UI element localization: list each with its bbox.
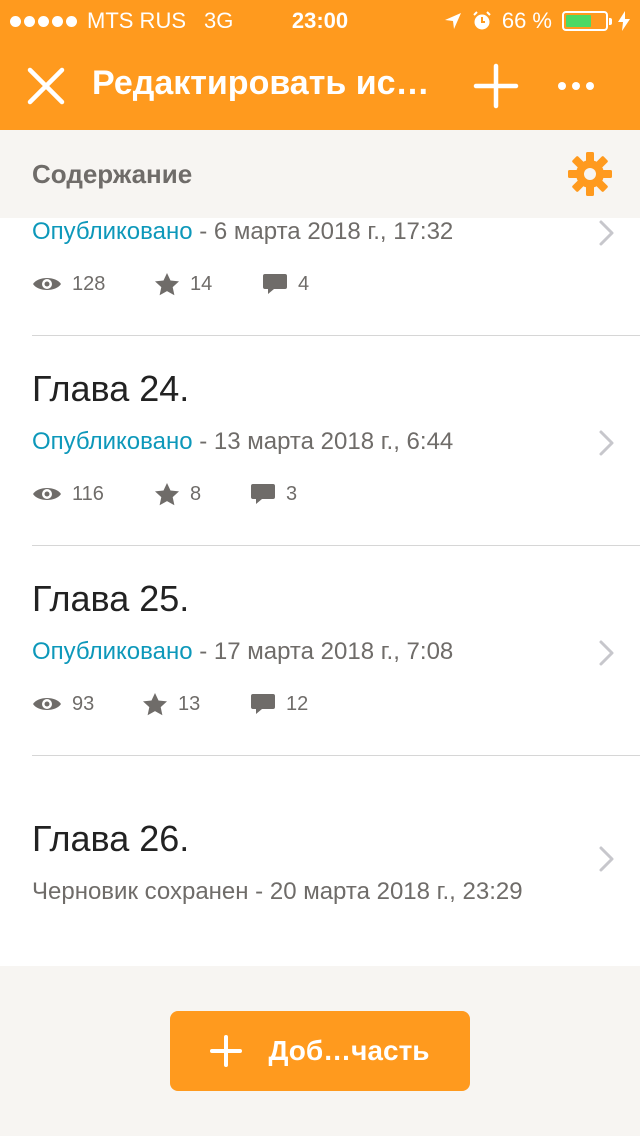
eye-icon <box>33 698 61 710</box>
more-options-icon[interactable] <box>552 62 600 110</box>
chapter-title: Глава 24. <box>32 368 190 409</box>
section-header: Содержание <box>0 130 640 218</box>
chapter-item[interactable]: Глава 25. Опубликовано - 17 марта 2018 г… <box>0 546 640 756</box>
add-icon[interactable] <box>472 62 520 110</box>
comment-icon <box>263 274 287 294</box>
published-label: Опубликовано <box>32 428 193 455</box>
add-part-label: Доб…часть <box>268 1035 430 1066</box>
eye-icon <box>33 488 61 500</box>
chapter-item[interactable]: Глава 24. Опубликовано - 13 марта 2018 г… <box>0 336 640 546</box>
chevron-right-icon <box>599 640 614 666</box>
chapter-stats: 93 13 12 <box>32 692 308 716</box>
chapter-status: Опубликовано - 6 марта 2018 г., 17:32 <box>32 218 453 246</box>
comments-count: 4 <box>298 272 310 295</box>
close-icon[interactable] <box>22 62 70 110</box>
section-title: Содержание <box>32 159 193 189</box>
views-stat: 116 <box>32 483 154 506</box>
charging-bolt-icon <box>618 11 630 31</box>
battery-icon <box>562 11 612 31</box>
comment-icon <box>251 484 275 504</box>
published-label: Опубликовано <box>32 638 193 665</box>
star-icon <box>155 273 179 296</box>
comment-icon <box>251 694 275 714</box>
views-count: 128 <box>72 272 106 295</box>
chapter-title: Глава 25. <box>32 578 190 619</box>
chapter-date: - 6 марта 2018 г., 17:32 <box>192 218 454 245</box>
votes-stat: 13 <box>142 692 250 716</box>
comments-stat: 12 <box>250 692 308 716</box>
comments-stat: 3 <box>250 482 297 506</box>
navigation-bar: Редактировать ис… <box>0 40 640 130</box>
location-arrow-icon <box>444 13 461 29</box>
views-count: 116 <box>72 482 104 505</box>
chapter-status: Опубликовано - 17 марта 2018 г., 7:08 <box>32 638 453 666</box>
chapter-title: Глава 26. <box>32 818 190 859</box>
battery-percent: 66 % <box>501 8 552 33</box>
plus-icon <box>210 1035 243 1067</box>
comments-count: 3 <box>286 482 298 505</box>
status-bar: MTS RUS 3G 23:00 66 % <box>0 0 640 40</box>
chevron-right-icon <box>599 430 614 456</box>
comments-stat: 4 <box>262 272 309 296</box>
draft-status: Черновик сохранен - 20 марта 2018 г., 23… <box>32 878 523 905</box>
page-title: Редактировать ис… <box>92 64 430 102</box>
star-icon <box>155 483 179 506</box>
chapter-date: - 17 марта 2018 г., 7:08 <box>192 638 454 665</box>
chapter-list: Опубликовано - 6 марта 2018 г., 17:32 12… <box>0 218 640 966</box>
votes-stat: 8 <box>154 482 250 506</box>
alarm-clock-icon <box>473 11 491 30</box>
votes-count: 13 <box>178 692 201 715</box>
chapter-date: - 13 марта 2018 г., 6:44 <box>192 428 454 455</box>
votes-count: 8 <box>190 482 202 505</box>
battery-fill <box>566 15 592 27</box>
add-part-button[interactable]: Доб…часть <box>170 1011 470 1091</box>
eye-icon <box>33 278 61 290</box>
chapter-stats: 128 14 4 <box>32 272 309 296</box>
chapter-item[interactable]: Глава 26. Черновик сохранен - 20 марта 2… <box>0 756 640 966</box>
chevron-right-icon <box>599 846 614 872</box>
published-label: Опубликовано <box>32 218 193 245</box>
chapter-status: Опубликовано - 13 марта 2018 г., 6:44 <box>32 428 453 456</box>
chapter-stats: 116 8 3 <box>32 482 297 506</box>
star-icon <box>143 693 167 716</box>
status-right: 66 % <box>444 8 630 34</box>
votes-count: 14 <box>190 272 213 295</box>
views-stat: 128 <box>32 273 154 296</box>
views-count: 93 <box>72 692 95 715</box>
votes-stat: 14 <box>154 272 262 296</box>
comments-count: 12 <box>286 692 309 715</box>
views-stat: 93 <box>32 693 142 716</box>
gear-icon[interactable] <box>566 150 614 198</box>
chevron-right-icon <box>599 220 614 246</box>
chapter-item[interactable]: Опубликовано - 6 марта 2018 г., 17:32 12… <box>0 218 640 336</box>
